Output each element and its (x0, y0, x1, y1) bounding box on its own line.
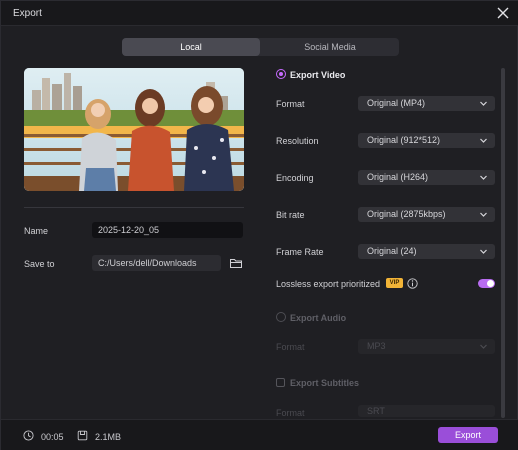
frame-rate-select[interactable]: Original (24) (358, 244, 495, 259)
window-title: Export (13, 8, 42, 19)
subtitle-format-label: Format (276, 408, 305, 418)
frame-rate-label: Frame Rate (276, 247, 324, 257)
chevron-down-icon (480, 175, 487, 180)
export-audio-heading: Export Audio (290, 313, 347, 323)
export-subtitles-checkbox[interactable] (276, 378, 285, 387)
save-path-input[interactable]: C:/Users/dell/Downloads (92, 255, 221, 271)
export-subtitles-heading: Export Subtitles (290, 378, 360, 388)
chevron-down-icon (480, 138, 487, 143)
file-size-icon (77, 430, 88, 441)
vip-badge: VIP (386, 278, 403, 288)
encoding-select[interactable]: Original (H264) (358, 170, 495, 185)
audio-format-value: MP3 (367, 341, 386, 351)
file-size-text: 2.1MB (95, 432, 122, 442)
tab-social-media[interactable]: Social Media (261, 38, 399, 56)
subtitle-format-value: SRT (367, 406, 385, 416)
encoding-value: Original (H264) (367, 172, 429, 182)
tab-local[interactable]: Local (122, 38, 260, 56)
bit-rate-label: Bit rate (276, 210, 305, 220)
frame-rate-value: Original (24) (367, 246, 417, 256)
lossless-toggle[interactable] (478, 279, 495, 288)
export-audio-radio[interactable] (276, 312, 286, 322)
name-input[interactable]: 2025-12-20_05 (92, 222, 243, 238)
bit-rate-value: Original (2875kbps) (367, 209, 446, 219)
chevron-down-icon (480, 101, 487, 106)
close-icon[interactable] (495, 5, 511, 21)
resolution-select[interactable]: Original (912*512) (358, 133, 495, 148)
chevron-down-icon (480, 212, 487, 217)
info-icon[interactable] (407, 278, 418, 289)
resolution-label: Resolution (276, 136, 319, 146)
preview-divider (24, 207, 244, 208)
export-video-heading: Export Video (290, 70, 346, 80)
audio-format-select[interactable]: MP3 (358, 339, 495, 354)
title-bar: Export (1, 1, 518, 26)
settings-scrollbar[interactable] (501, 68, 505, 418)
footer-bar: 00:05 2.1MB Export (1, 419, 518, 450)
format-label: Format (276, 99, 305, 109)
video-preview-thumbnail (24, 68, 244, 191)
chevron-down-icon (480, 344, 487, 349)
export-tabs: Local Social Media (122, 38, 399, 56)
export-button[interactable]: Export (438, 427, 498, 443)
clock-icon (23, 430, 34, 441)
folder-icon[interactable] (229, 256, 243, 270)
lossless-label: Lossless export prioritized (276, 279, 381, 289)
export-video-radio[interactable] (276, 69, 286, 79)
resolution-value: Original (912*512) (367, 135, 441, 145)
chevron-down-icon (480, 249, 487, 254)
bit-rate-select[interactable]: Original (2875kbps) (358, 207, 495, 222)
save-to-label: Save to (24, 259, 55, 269)
audio-format-label: Format (276, 342, 305, 352)
export-dialog: Export Local Social Media Name 2025-12-2… (0, 0, 518, 450)
name-label: Name (24, 226, 49, 236)
format-select[interactable]: Original (MP4) (358, 96, 495, 111)
encoding-label: Encoding (276, 173, 314, 183)
duration-text: 00:05 (41, 432, 64, 442)
subtitle-format-select[interactable]: SRT (358, 405, 495, 417)
format-value: Original (MP4) (367, 98, 426, 108)
